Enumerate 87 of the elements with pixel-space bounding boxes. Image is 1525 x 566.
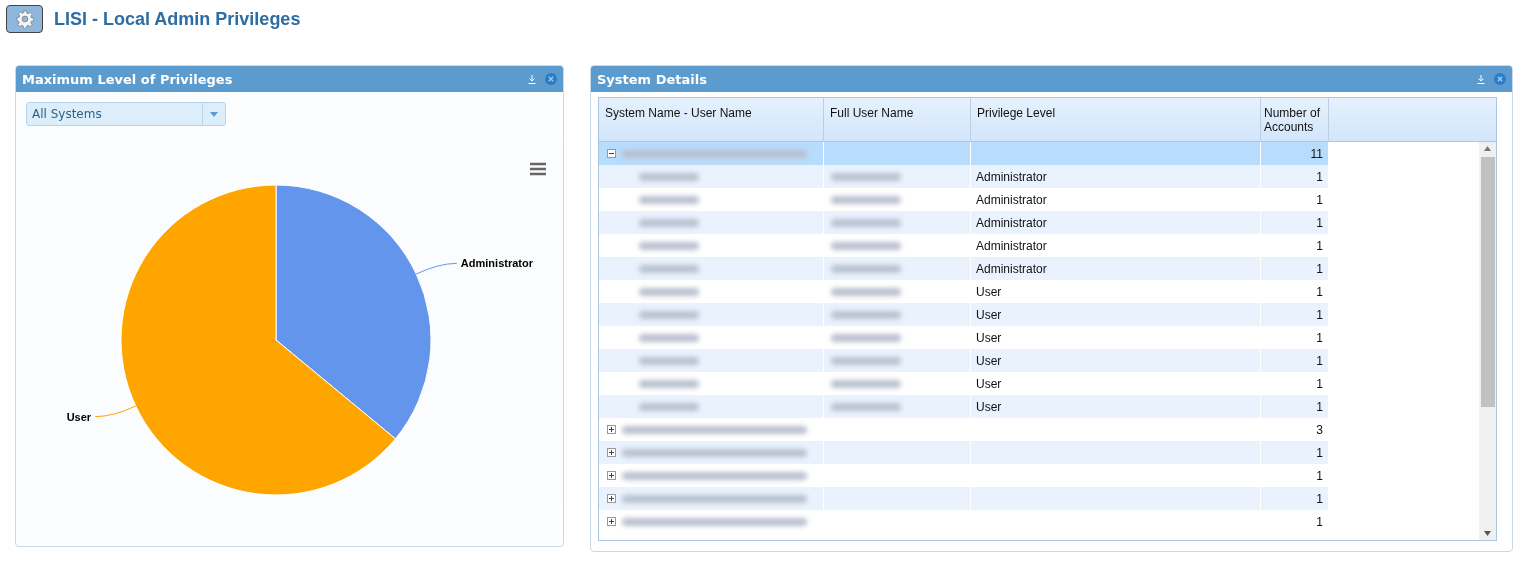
account-count: 1 [1316, 307, 1323, 322]
panel-title: Maximum Level of Privileges [22, 71, 233, 87]
account-count: 1 [1261, 510, 1329, 533]
privilege-level: User [976, 353, 1002, 368]
user-row[interactable]: User 1 [599, 303, 1329, 326]
redacted-text [831, 264, 901, 273]
slice-label: Administrator [460, 257, 533, 270]
close-icon[interactable] [545, 73, 557, 85]
leader-line [415, 262, 458, 275]
redacted-text [831, 172, 901, 181]
group-row[interactable]: 1 [599, 510, 1329, 533]
account-count: 1 [1316, 261, 1323, 276]
column-header[interactable]: Number of Accounts [1261, 98, 1329, 141]
slice-label: User [66, 410, 92, 423]
collapse-icon[interactable] [607, 149, 616, 158]
redacted-text [639, 379, 699, 388]
scroll-down-icon[interactable] [1484, 531, 1491, 536]
redacted-text [639, 402, 699, 411]
privilege-level: User [976, 376, 1002, 391]
redacted-text [639, 287, 699, 296]
expand-icon[interactable] [607, 517, 616, 526]
group-row[interactable]: 11 [599, 142, 1329, 165]
caret-icon [210, 111, 218, 117]
redacted-text [831, 310, 901, 319]
settings-icon [15, 10, 34, 28]
expand-icon[interactable] [607, 425, 616, 434]
privilege-level: Administrator [976, 169, 1047, 184]
user-row[interactable]: User 1 [599, 395, 1329, 418]
redacted-text [639, 333, 699, 342]
redacted-text [831, 379, 901, 388]
privilege-level: User [976, 284, 1002, 299]
page-title: LISI - Local Admin Privileges [54, 8, 301, 30]
privilege-level: User [976, 399, 1002, 414]
scroll-up-icon[interactable] [1484, 146, 1491, 151]
account-count: 1 [1261, 441, 1329, 464]
expand-icon[interactable] [607, 471, 616, 480]
account-count: 1 [1316, 192, 1323, 207]
redacted-text [831, 333, 901, 342]
redacted-text [639, 264, 699, 273]
redacted-text [639, 241, 699, 250]
settings-button[interactable] [6, 5, 43, 33]
privilege-level: Administrator [976, 192, 1047, 207]
account-count: 1 [1316, 399, 1323, 414]
privilege-level: Administrator [976, 261, 1047, 276]
panel-title: System Details [597, 71, 707, 87]
user-row[interactable]: Administrator 1 [599, 211, 1329, 234]
redacted-text [831, 241, 901, 250]
redacted-text [639, 218, 699, 227]
column-header[interactable]: Privilege Level [971, 98, 1261, 141]
privilege-level: Administrator [976, 238, 1047, 253]
redacted-text [831, 356, 901, 365]
redacted-text [831, 195, 901, 204]
group-row[interactable]: 1 [599, 441, 1329, 464]
column-header[interactable]: System Name - User Name [599, 98, 824, 141]
user-row[interactable]: Administrator 1 [599, 257, 1329, 280]
expand-icon[interactable] [607, 448, 616, 457]
group-row[interactable]: 1 [599, 487, 1329, 510]
account-count: 1 [1316, 330, 1323, 345]
account-count: 1 [1316, 284, 1323, 299]
privilege-level: Administrator [976, 215, 1047, 230]
redacted-text [639, 356, 699, 365]
user-row[interactable]: Administrator 1 [599, 165, 1329, 188]
download-icon[interactable] [528, 74, 536, 84]
account-count: 1 [1316, 215, 1323, 230]
account-count: 1 [1316, 353, 1323, 368]
scrollbar-thumb[interactable] [1480, 157, 1495, 407]
redacted-text [639, 172, 699, 181]
column-header[interactable]: Full User Name [824, 98, 971, 141]
expand-icon[interactable] [607, 494, 616, 503]
close-icon[interactable] [1494, 73, 1506, 85]
redacted-text [831, 402, 901, 411]
account-count: 1 [1316, 238, 1323, 253]
redacted-text [639, 310, 699, 319]
scrollbar[interactable] [1479, 142, 1496, 540]
privilege-level: User [976, 307, 1002, 322]
privilege-level: User [976, 330, 1002, 345]
leader-line [94, 405, 137, 418]
account-count: 1 [1261, 487, 1329, 510]
download-icon[interactable] [1477, 74, 1485, 84]
menu-icon[interactable] [529, 162, 547, 176]
redacted-text [831, 218, 901, 227]
account-count: 1 [1316, 376, 1323, 391]
redacted-text [831, 287, 901, 296]
user-row[interactable]: User 1 [599, 349, 1329, 372]
account-count: 1 [1316, 169, 1323, 184]
redacted-text [639, 195, 699, 204]
system-dropdown[interactable]: All Systems [26, 102, 226, 126]
